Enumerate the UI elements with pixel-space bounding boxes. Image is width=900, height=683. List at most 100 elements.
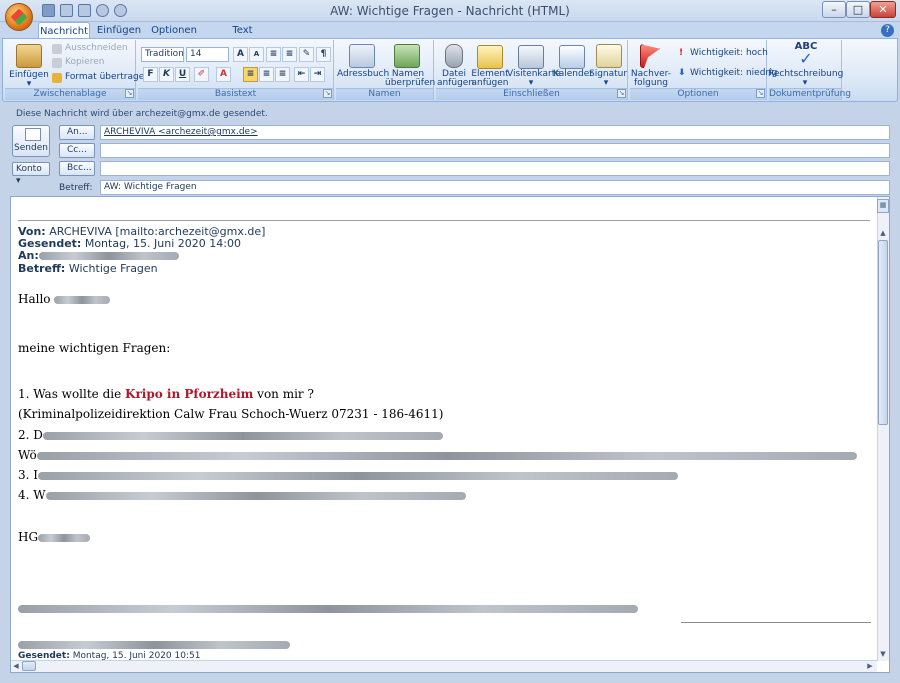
bcc-button[interactable]: Bcc...: [59, 161, 95, 176]
clear-format-icon[interactable]: ✎: [299, 47, 314, 62]
question-2: 2. D: [18, 428, 443, 442]
greeting-line: Hallo: [18, 292, 111, 306]
copy-button[interactable]: Kopieren: [65, 57, 104, 68]
font-color-icon[interactable]: A: [216, 67, 231, 82]
check-names-label-2[interactable]: überprüfen: [385, 78, 435, 88]
font-name-combo[interactable]: Tradition: [141, 47, 184, 62]
group-label-proofing: Dokumentprüfung: [769, 88, 852, 100]
increase-indent-icon[interactable]: ⇥: [310, 67, 325, 82]
cc-field[interactable]: [100, 143, 890, 158]
address-book-icon[interactable]: [349, 44, 375, 68]
align-right-icon[interactable]: ≡: [275, 67, 290, 82]
low-importance-button[interactable]: Wichtigkeit: niedrig: [690, 68, 777, 79]
envelope-icon[interactable]: [477, 45, 503, 69]
checkmark-icon[interactable]: ✓: [796, 51, 816, 67]
chevron-down-icon[interactable]: ▾: [507, 78, 555, 88]
attach-item-label-2[interactable]: anfügen: [471, 78, 509, 88]
close-button[interactable]: ✕: [870, 1, 896, 18]
group-label-options: Optionen: [630, 88, 766, 100]
minimize-button[interactable]: –: [822, 1, 846, 18]
quoted-sent-line: Gesendet: Montag, 15. Juni 2020 14:00: [18, 238, 241, 250]
chevron-down-icon[interactable]: ▾: [589, 78, 623, 88]
cut-button[interactable]: Ausschneiden: [65, 43, 128, 54]
scissors-icon: [52, 44, 62, 54]
redacted-signature: [38, 533, 91, 542]
question-1-highlight: Kripo in Pforzheim: [125, 387, 254, 401]
signature-icon[interactable]: [596, 44, 622, 68]
redacted-line: [18, 602, 638, 615]
redacted-text: [18, 641, 290, 649]
calendar-icon[interactable]: [559, 45, 585, 69]
question-2-cont-prefix: Wö: [18, 448, 37, 462]
quoted-to-label: An:: [18, 249, 39, 262]
address-book-button[interactable]: Adressbuch: [337, 69, 389, 79]
to-field[interactable]: ARCHEVIVA <archezeit@gmx.de>: [100, 125, 890, 140]
bold-button[interactable]: F: [143, 67, 158, 82]
tab-einfuegen[interactable]: Einfügen: [95, 22, 143, 39]
quoted-separator: [681, 622, 871, 623]
bullets-icon[interactable]: ≡: [266, 47, 281, 62]
scroll-down-icon[interactable]: ▼: [877, 649, 889, 660]
calendar-button[interactable]: Kalender: [553, 69, 593, 79]
bcc-field[interactable]: [100, 161, 890, 176]
greeting: Hallo: [18, 292, 51, 306]
horizontal-scroll-thumb[interactable]: [22, 661, 36, 671]
vertical-scroll-thumb[interactable]: [878, 240, 888, 425]
business-card-icon[interactable]: [518, 45, 544, 69]
styles-icon[interactable]: ¶: [316, 47, 331, 62]
options-launcher-icon[interactable]: ↘: [756, 89, 765, 98]
check-names-icon[interactable]: [394, 44, 420, 68]
office-button[interactable]: [5, 3, 33, 31]
redacted-text: [36, 451, 857, 460]
low-importance-icon: ⬇: [678, 68, 686, 78]
underline-button[interactable]: U: [175, 67, 190, 82]
basic-text-launcher-icon[interactable]: ↘: [323, 89, 332, 98]
font-size-combo[interactable]: 14: [186, 47, 229, 62]
send-button[interactable]: Senden: [12, 125, 50, 157]
highlight-icon[interactable]: ✐: [194, 67, 209, 82]
tab-optionen[interactable]: Optionen: [150, 22, 198, 39]
decrease-indent-icon[interactable]: ⇤: [294, 67, 309, 82]
question-3: 3. I: [18, 468, 679, 482]
chevron-down-icon[interactable]: ▾: [768, 78, 842, 88]
ruler-toggle-icon[interactable]: ▦: [877, 199, 889, 213]
tab-text-formatieren[interactable]: Text formatieren: [205, 22, 280, 53]
attach-file-label-2[interactable]: anfügen: [437, 78, 474, 88]
scroll-up-icon[interactable]: ▲: [877, 228, 889, 239]
align-center-icon[interactable]: ≡: [259, 67, 274, 82]
italic-button[interactable]: K: [159, 67, 174, 82]
include-launcher-icon[interactable]: ↘: [617, 89, 626, 98]
scroll-left-icon[interactable]: ◀: [11, 661, 21, 672]
high-importance-button[interactable]: Wichtigkeit: hoch: [690, 48, 768, 59]
maximize-button[interactable]: □: [846, 1, 870, 18]
scroll-right-icon[interactable]: ▶: [865, 661, 875, 672]
account-button[interactable]: Konto ▾: [12, 162, 50, 186]
grow-font-icon[interactable]: A: [233, 47, 248, 62]
paste-icon[interactable]: [16, 44, 42, 68]
to-button[interactable]: An...: [59, 125, 95, 140]
account-label: Konto: [16, 164, 42, 174]
subject-label: Betreff:: [59, 183, 93, 193]
intro-line: meine wichtigen Fragen:: [18, 341, 171, 355]
cc-button[interactable]: Cc...: [59, 143, 95, 158]
align-left-icon[interactable]: ≡: [243, 67, 258, 82]
to-recipient[interactable]: ARCHEVIVA <archezeit@gmx.de>: [104, 127, 258, 137]
clipboard-launcher-icon[interactable]: ↘: [125, 89, 134, 98]
question-1-prefix: 1. Was wollte die: [18, 387, 122, 401]
question-2-cont: Wö: [18, 448, 857, 462]
paperclip-icon[interactable]: [445, 44, 463, 68]
high-importance-icon: !: [679, 48, 684, 58]
quoted-subject-label: Betreff:: [18, 262, 66, 275]
quoted-subject-line: Betreff: Wichtige Fragen: [18, 263, 158, 275]
send-label: Senden: [14, 143, 48, 153]
format-painter-icon: [52, 73, 62, 83]
subject-field[interactable]: AW: Wichtige Fragen: [100, 180, 890, 195]
help-icon[interactable]: ?: [881, 24, 894, 37]
copy-icon: [52, 58, 62, 68]
shrink-font-icon[interactable]: A: [249, 47, 264, 62]
numbering-icon[interactable]: ≡: [282, 47, 297, 62]
follow-up-label-2[interactable]: folgung: [630, 78, 672, 88]
tab-nachricht[interactable]: Nachricht: [38, 22, 90, 39]
question-1: 1. Was wollte die Kripo in Pforzheim von…: [18, 387, 314, 401]
horizontal-scrollbar[interactable]: [11, 660, 877, 672]
